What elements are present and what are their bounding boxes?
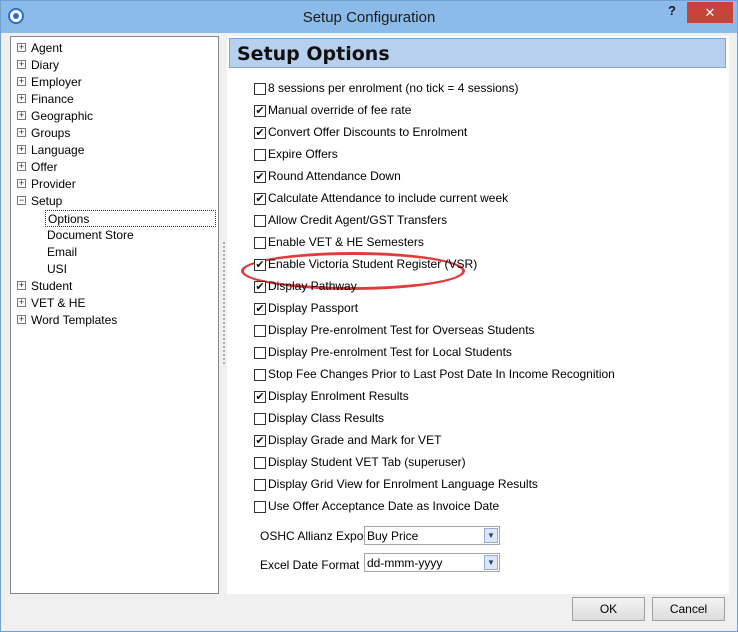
option-label: Display Pre-enrolment Test for Local Stu… xyxy=(268,345,512,359)
option-label: Expire Offers xyxy=(268,147,338,161)
splitter-handle[interactable] xyxy=(222,241,226,366)
option-checkbox[interactable] xyxy=(254,215,266,227)
close-icon: ✕ xyxy=(704,5,716,20)
option-checkbox[interactable] xyxy=(254,149,266,161)
option-label: Display Student VET Tab (superuser) xyxy=(268,455,466,469)
option-checkbox[interactable] xyxy=(254,325,266,337)
ok-button[interactable]: OK xyxy=(572,597,645,621)
tree-item-label: Document Store xyxy=(47,228,134,242)
expand-icon[interactable]: + xyxy=(17,111,26,120)
option-checkbox[interactable]: ✔ xyxy=(254,127,266,139)
option-checkbox[interactable] xyxy=(254,83,266,95)
oshc-export-select[interactable]: Buy Price ▼ xyxy=(364,526,500,545)
option-checkbox[interactable] xyxy=(254,369,266,381)
expand-icon[interactable]: + xyxy=(17,162,26,171)
expand-icon[interactable]: + xyxy=(17,298,26,307)
option-label: Display Grid View for Enrolment Language… xyxy=(268,477,538,491)
option-label: Display Passport xyxy=(268,301,359,315)
tree-item-label: Offer xyxy=(31,160,58,174)
expand-icon[interactable]: + xyxy=(17,94,26,103)
expand-icon[interactable]: + xyxy=(17,179,26,188)
option-label: Calculate Attendance to include current … xyxy=(268,191,509,205)
tree-item-label: Email xyxy=(47,245,78,259)
tree-item-label: USI xyxy=(47,262,68,276)
option-checkbox[interactable] xyxy=(254,479,266,491)
excel-date-format-label: Excel Date Format xyxy=(260,558,360,572)
option-checkbox[interactable] xyxy=(254,457,266,469)
help-button[interactable]: ? xyxy=(661,3,683,23)
expand-icon[interactable]: + xyxy=(17,128,26,137)
close-button[interactable]: ✕ xyxy=(687,2,733,23)
title-bar[interactable]: Setup Configuration ? ✕ xyxy=(1,1,737,33)
option-label: Display Enrolment Results xyxy=(268,389,409,403)
chevron-down-icon[interactable]: ▼ xyxy=(484,555,498,570)
option-checkbox[interactable]: ✔ xyxy=(254,435,266,447)
option-checkbox[interactable]: ✔ xyxy=(254,391,266,403)
option-checkbox[interactable]: ✔ xyxy=(254,281,266,293)
tree-item-label: Student xyxy=(31,279,73,293)
option-label: Enable Victoria Student Register (VSR) xyxy=(268,257,478,271)
settings-tree[interactable]: + Agent + Diary + Employer + Finance + Geographic… xyxy=(10,36,219,594)
option-checkbox[interactable]: ✔ xyxy=(254,259,266,271)
collapse-icon[interactable]: − xyxy=(17,196,26,205)
option-checkbox[interactable]: ✔ xyxy=(254,193,266,205)
excel-date-format-value: dd-mmm-yyyy xyxy=(367,556,443,570)
panel-title: Setup Options xyxy=(237,43,390,65)
tree-item-label: Employer xyxy=(31,75,82,89)
option-checkbox[interactable]: ✔ xyxy=(254,303,266,315)
expand-icon[interactable]: + xyxy=(17,315,26,324)
tree-item-label: Finance xyxy=(31,92,74,106)
option-label: Convert Offer Discounts to Enrolment xyxy=(268,125,468,139)
option-checkbox[interactable]: ✔ xyxy=(254,105,266,117)
option-label: Display Pre-enrolment Test for Overseas … xyxy=(268,323,535,337)
option-label: Use Offer Acceptance Date as Invoice Dat… xyxy=(268,499,500,513)
option-label: 8 sessions per enrolment (no tick = 4 se… xyxy=(268,81,519,95)
tree-item-label: Language xyxy=(31,143,85,157)
tree-item-label: Options xyxy=(45,210,216,227)
oshc-export-label: OSHC Allianz Export xyxy=(260,529,371,543)
option-label: Display Class Results xyxy=(268,411,385,425)
tree-item-label: Agent xyxy=(31,41,63,55)
expand-icon[interactable]: + xyxy=(17,43,26,52)
window-title: Setup Configuration xyxy=(302,9,436,26)
option-checkbox[interactable] xyxy=(254,501,266,513)
option-checkbox[interactable] xyxy=(254,413,266,425)
oshc-export-value: Buy Price xyxy=(367,529,419,543)
setup-configuration-window: Setup Configuration ? ✕ + Agent + Diary + Emp… xyxy=(0,0,738,632)
option-checkbox[interactable] xyxy=(254,347,266,359)
option-checkbox[interactable] xyxy=(254,237,266,249)
cancel-button[interactable]: Cancel xyxy=(652,597,725,621)
expand-icon[interactable]: + xyxy=(17,145,26,154)
option-label: Allow Credit Agent/GST Transfers xyxy=(268,213,448,227)
option-label: Stop Fee Changes Prior to Last Post Date… xyxy=(268,367,615,381)
expand-icon[interactable]: + xyxy=(17,77,26,86)
option-checkbox[interactable]: ✔ xyxy=(254,171,266,183)
expand-icon[interactable]: + xyxy=(17,60,26,69)
tree-item-label: Setup xyxy=(31,194,63,208)
tree-item-label: Geographic xyxy=(31,109,94,123)
option-label: Manual override of fee rate xyxy=(268,103,412,117)
option-label: Display Pathway xyxy=(268,279,357,293)
option-label: Round Attendance Down xyxy=(268,169,401,183)
excel-date-format-select[interactable]: dd-mmm-yyyy ▼ xyxy=(364,553,500,572)
panel-header: Setup Options xyxy=(229,38,726,68)
option-label: Enable VET & HE Semesters xyxy=(268,235,424,249)
tree-item-label: Groups xyxy=(31,126,71,140)
setup-options-panel: Setup Options OSHC Allianz Export Buy Pr… xyxy=(227,36,729,594)
expand-icon[interactable]: + xyxy=(17,281,26,290)
tree-item-label: VET & HE xyxy=(31,296,86,310)
option-label: Display Grade and Mark for VET xyxy=(268,433,442,447)
tree-item-label: Diary xyxy=(31,58,60,72)
tree-item-label: Provider xyxy=(31,177,76,191)
tree-item-label: Word Templates xyxy=(31,313,118,327)
chevron-down-icon[interactable]: ▼ xyxy=(484,528,498,543)
